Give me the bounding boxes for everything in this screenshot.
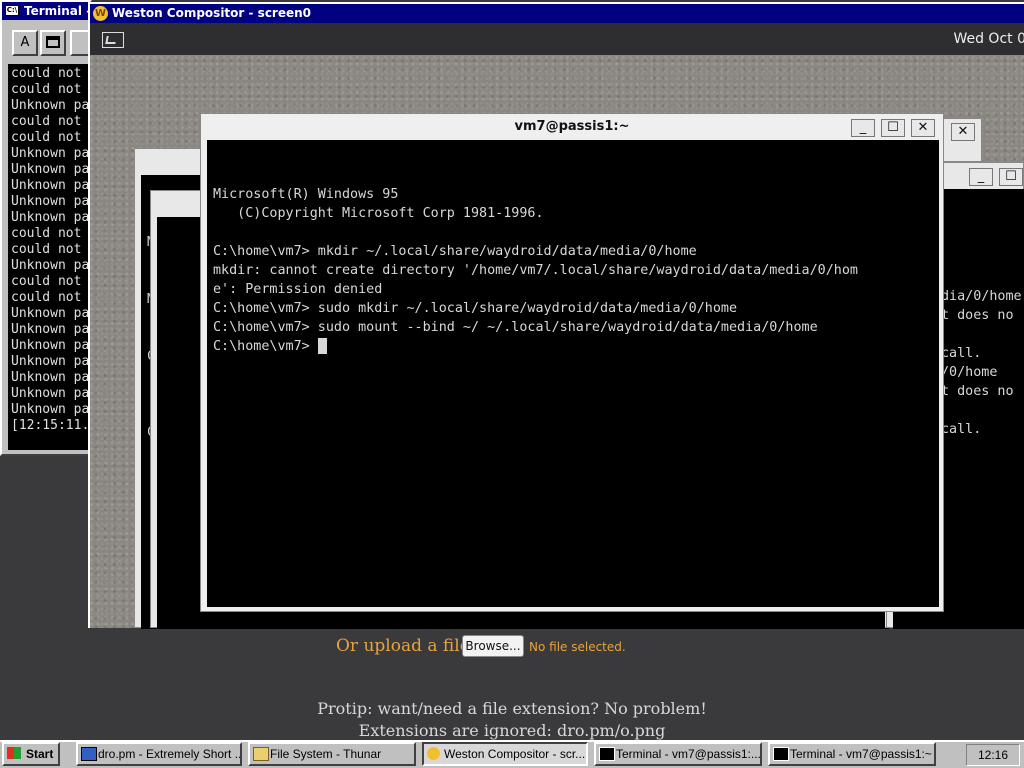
terminal-output-line: could not xyxy=(11,66,82,81)
folder-icon xyxy=(253,747,269,761)
left-terminal-output[interactable]: could not could not Unknown pa could not cou… xyxy=(8,64,94,450)
terminal-output-line: could not xyxy=(11,242,82,257)
terminal-output-line: C:\home\vm7> xyxy=(213,337,939,356)
taskbar-item-label: File System - Thunar xyxy=(270,747,382,761)
protip-text: Protip: want/need a file extension? No p… xyxy=(317,699,707,718)
font-size-icon[interactable]: A xyxy=(12,30,38,56)
taskbar-item-label: Terminal - vm7@passis1:~ xyxy=(790,747,932,761)
left-terminal-window[interactable]: C:\ Terminal - v A could notcould notUnk… xyxy=(0,0,96,456)
no-file-text: No file selected. xyxy=(529,640,626,654)
terminal-output-line: Unknown pa xyxy=(11,338,90,353)
terminal-output-line: e': Permission denied xyxy=(213,282,383,297)
weston-panel: Wed Oct 0 xyxy=(90,23,1024,55)
terminal-output-line: /0/home xyxy=(941,365,998,380)
terminal-output-line: t does no xyxy=(941,384,1014,399)
terminal-output-line: Unknown pa xyxy=(11,354,90,369)
terminal-output-line: [12:15:11. xyxy=(11,418,90,433)
taskbar-item-label: Weston Compositor - scr... xyxy=(444,747,586,761)
main-terminal-titlebar[interactable]: vm7@passis1:~ _ ☐ ✕ xyxy=(201,114,943,140)
terminal-output-line: Unknown pa xyxy=(11,146,90,161)
taskbar-item-thunar[interactable]: File System - Thunar xyxy=(248,742,416,766)
weston-clock: Wed Oct 0 xyxy=(953,31,1024,47)
text-cursor xyxy=(317,338,327,354)
taskbar-item-label: Terminal - vm7@passis1:... xyxy=(616,747,761,761)
maximize-icon[interactable]: ☐ xyxy=(999,168,1023,186)
terminal-output-line: Unknown pa xyxy=(11,210,90,225)
main-terminal-output[interactable]: Microsoft(R) Windows 95 (C)Copyright Mic… xyxy=(207,140,939,607)
weston-titlebar[interactable]: W Weston Compositor - screen0 xyxy=(90,4,1024,23)
terminal-output-line: Unknown pa xyxy=(11,162,90,177)
upload-row: Or upload a file: Browse... No file sele… xyxy=(0,632,1024,662)
taskbar-item-dro[interactable]: dro.pm - Extremely Short ... xyxy=(76,742,242,766)
terminal-output-line: Microsoft(R) Windows 95 xyxy=(213,187,399,202)
close-icon[interactable]: ✕ xyxy=(951,123,975,141)
terminal-output-line: Unknown pa xyxy=(11,370,90,385)
terminal-output-line: t does no xyxy=(941,308,1014,323)
browse-button[interactable]: Browse... xyxy=(462,635,524,657)
terminal-output-line: Unknown pa xyxy=(11,258,90,273)
terminal-output-line: could not xyxy=(11,82,82,97)
windows-logo-icon xyxy=(7,747,21,759)
minimize-icon[interactable]: _ xyxy=(851,119,875,137)
terminal-output-line: Unknown pa xyxy=(11,306,90,321)
taskbar-item-terminal-2[interactable]: Terminal - vm7@passis1:~ xyxy=(768,742,936,766)
start-button[interactable]: Start xyxy=(2,742,60,766)
left-terminal-title: Terminal - v xyxy=(24,4,90,18)
weston-logo-icon: W xyxy=(93,6,108,21)
taskbar-item-label: dro.pm - Extremely Short ... xyxy=(98,747,242,761)
main-terminal-title: vm7@passis1:~ xyxy=(514,119,630,134)
start-label: Start xyxy=(26,747,54,761)
weston-logo-icon xyxy=(427,747,440,760)
extensions-note: Extensions are ignored: dro.pm/o.png xyxy=(358,721,666,740)
terminal-icon xyxy=(599,747,615,761)
window-icon[interactable] xyxy=(40,30,66,56)
terminal-output-line: could not xyxy=(11,114,82,129)
left-terminal-toolbar: A xyxy=(4,28,96,58)
terminal-output-line: C:\home\vm7> mkdir ~/.local/share/waydro… xyxy=(213,244,697,259)
terminal-output-line: Unknown pa xyxy=(11,402,90,417)
browser-icon xyxy=(81,747,97,761)
minimize-icon[interactable]: _ xyxy=(969,168,993,186)
terminal-output-line: could not xyxy=(11,130,82,145)
terminal-icon xyxy=(773,747,789,761)
close-icon[interactable]: ✕ xyxy=(911,119,935,137)
terminal-output-line: Unknown pa xyxy=(11,386,90,401)
terminal-output-line: mkdir: cannot create directory '/home/vm… xyxy=(213,263,858,278)
terminal-output-line: Unknown pa xyxy=(11,98,90,113)
maximize-icon[interactable]: ☐ xyxy=(881,119,905,137)
main-terminal-window[interactable]: vm7@passis1:~ _ ☐ ✕ Microsoft(R) Windows… xyxy=(200,113,944,612)
bg-terminal-right-text: dia/0/home t does no call. /0/home t does no… xyxy=(941,211,1024,511)
terminal-output-line: could not xyxy=(11,290,82,305)
terminal-app-icon: C:\ xyxy=(5,5,19,16)
terminal-output-line: C:\home\vm7> sudo mount --bind ~/ ~/.loc… xyxy=(213,320,818,335)
terminal-output-line: Unknown pa xyxy=(11,322,90,337)
taskbar-clock-text: 12:16 xyxy=(977,748,1009,762)
terminal-output-line: call. xyxy=(941,346,982,361)
terminal-output-line: C:\home\vm7> sudo mkdir ~/.local/share/w… xyxy=(213,301,738,316)
terminal-output-line: call. xyxy=(941,422,982,437)
taskbar-item-terminal-1[interactable]: Terminal - vm7@passis1:... xyxy=(594,742,762,766)
taskbar-clock: 12:16 xyxy=(966,744,1020,766)
terminal-output-line: Unknown pa xyxy=(11,178,90,193)
terminal-launcher-icon[interactable] xyxy=(102,32,124,48)
upload-label: Or upload a file: xyxy=(336,636,476,656)
weston-title: Weston Compositor - screen0 xyxy=(112,6,312,20)
terminal-output-line: could not xyxy=(11,274,82,289)
terminal-output-line: Unknown pa xyxy=(11,194,90,209)
terminal-output-line: dia/0/home xyxy=(941,289,1022,304)
taskbar-item-weston[interactable]: Weston Compositor - scr... xyxy=(422,742,588,766)
terminal-output-line: (C)Copyright Microsoft Corp 1981-1996. xyxy=(213,206,544,221)
left-terminal-titlebar[interactable]: C:\ Terminal - v xyxy=(2,2,90,20)
terminal-output-line: could not xyxy=(11,226,82,241)
